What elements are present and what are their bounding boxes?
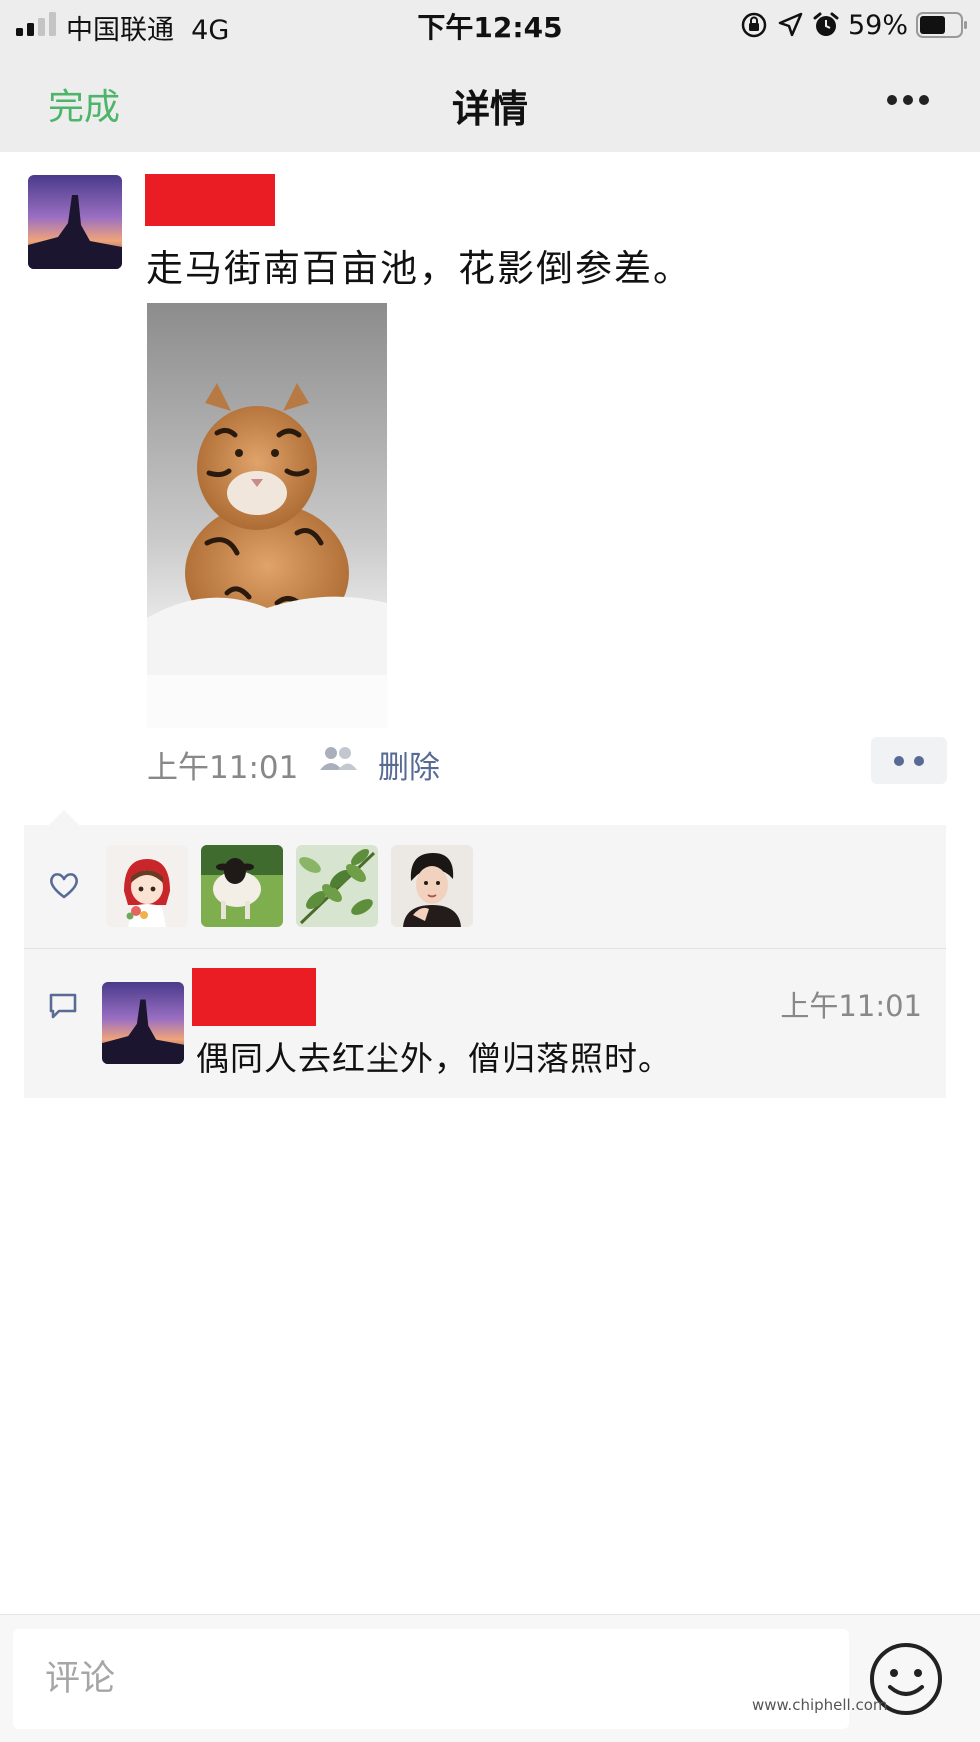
- post-timestamp: 上午11:01: [147, 750, 299, 786]
- comment-input[interactable]: [13, 1629, 849, 1729]
- green-leaves-image: [296, 845, 378, 927]
- liker-avatar-woman[interactable]: [391, 845, 473, 927]
- post-text: 走马街南百亩池，花影倒参差。: [146, 247, 692, 290]
- rotation-lock-icon: [741, 12, 767, 38]
- author-name-redacted[interactable]: [145, 174, 275, 226]
- author-avatar[interactable]: [28, 175, 122, 269]
- like-comment-menu-button[interactable]: [871, 737, 947, 784]
- tiger-in-snow-image: [147, 303, 387, 728]
- battery-icon: [916, 12, 967, 38]
- post-photo[interactable]: [147, 303, 387, 728]
- watermark-text: www.chiphell.com: [752, 1696, 888, 1714]
- delete-post-button[interactable]: 删除: [378, 742, 440, 787]
- comment-bubble-icon: [49, 993, 77, 1019]
- battery-percent: 59%: [847, 9, 908, 41]
- comment-input-bar: [0, 1614, 980, 1742]
- liker-avatar-girl[interactable]: [106, 845, 188, 927]
- lighthouse-sunset-image: [102, 982, 184, 1064]
- comment-timestamp: 上午11:01: [780, 989, 922, 1023]
- status-bar: 中国联通 4G 下午12:45 59%: [0, 0, 980, 50]
- heart-icon: [50, 873, 78, 899]
- comment-text[interactable]: 偶同人去红尘外，僧归落照时。: [196, 1032, 672, 1080]
- alarm-clock-icon: [813, 12, 839, 36]
- dot-icon: [894, 756, 904, 766]
- commenter-avatar[interactable]: [102, 982, 184, 1064]
- friends-visibility-icon: [320, 747, 357, 770]
- lamb-on-grass-image: [201, 845, 283, 927]
- panel-pointer: [48, 810, 80, 826]
- portrait-woman-image: [391, 845, 473, 927]
- status-icons: 59%: [740, 8, 968, 42]
- nav-bar: 完成 详情: [0, 50, 980, 152]
- lighthouse-sunset-image: [28, 175, 122, 269]
- panel-divider: [24, 948, 946, 949]
- page-title: 详情: [451, 87, 528, 131]
- dot-icon: [914, 756, 924, 766]
- liker-avatar-leaves[interactable]: [296, 845, 378, 927]
- more-options-icon[interactable]: [886, 94, 930, 106]
- cartoon-girl-image: [106, 845, 188, 927]
- location-arrow-icon: [778, 12, 803, 37]
- commenter-name-redacted[interactable]: [192, 968, 316, 1026]
- liker-avatar-sheep[interactable]: [201, 845, 283, 927]
